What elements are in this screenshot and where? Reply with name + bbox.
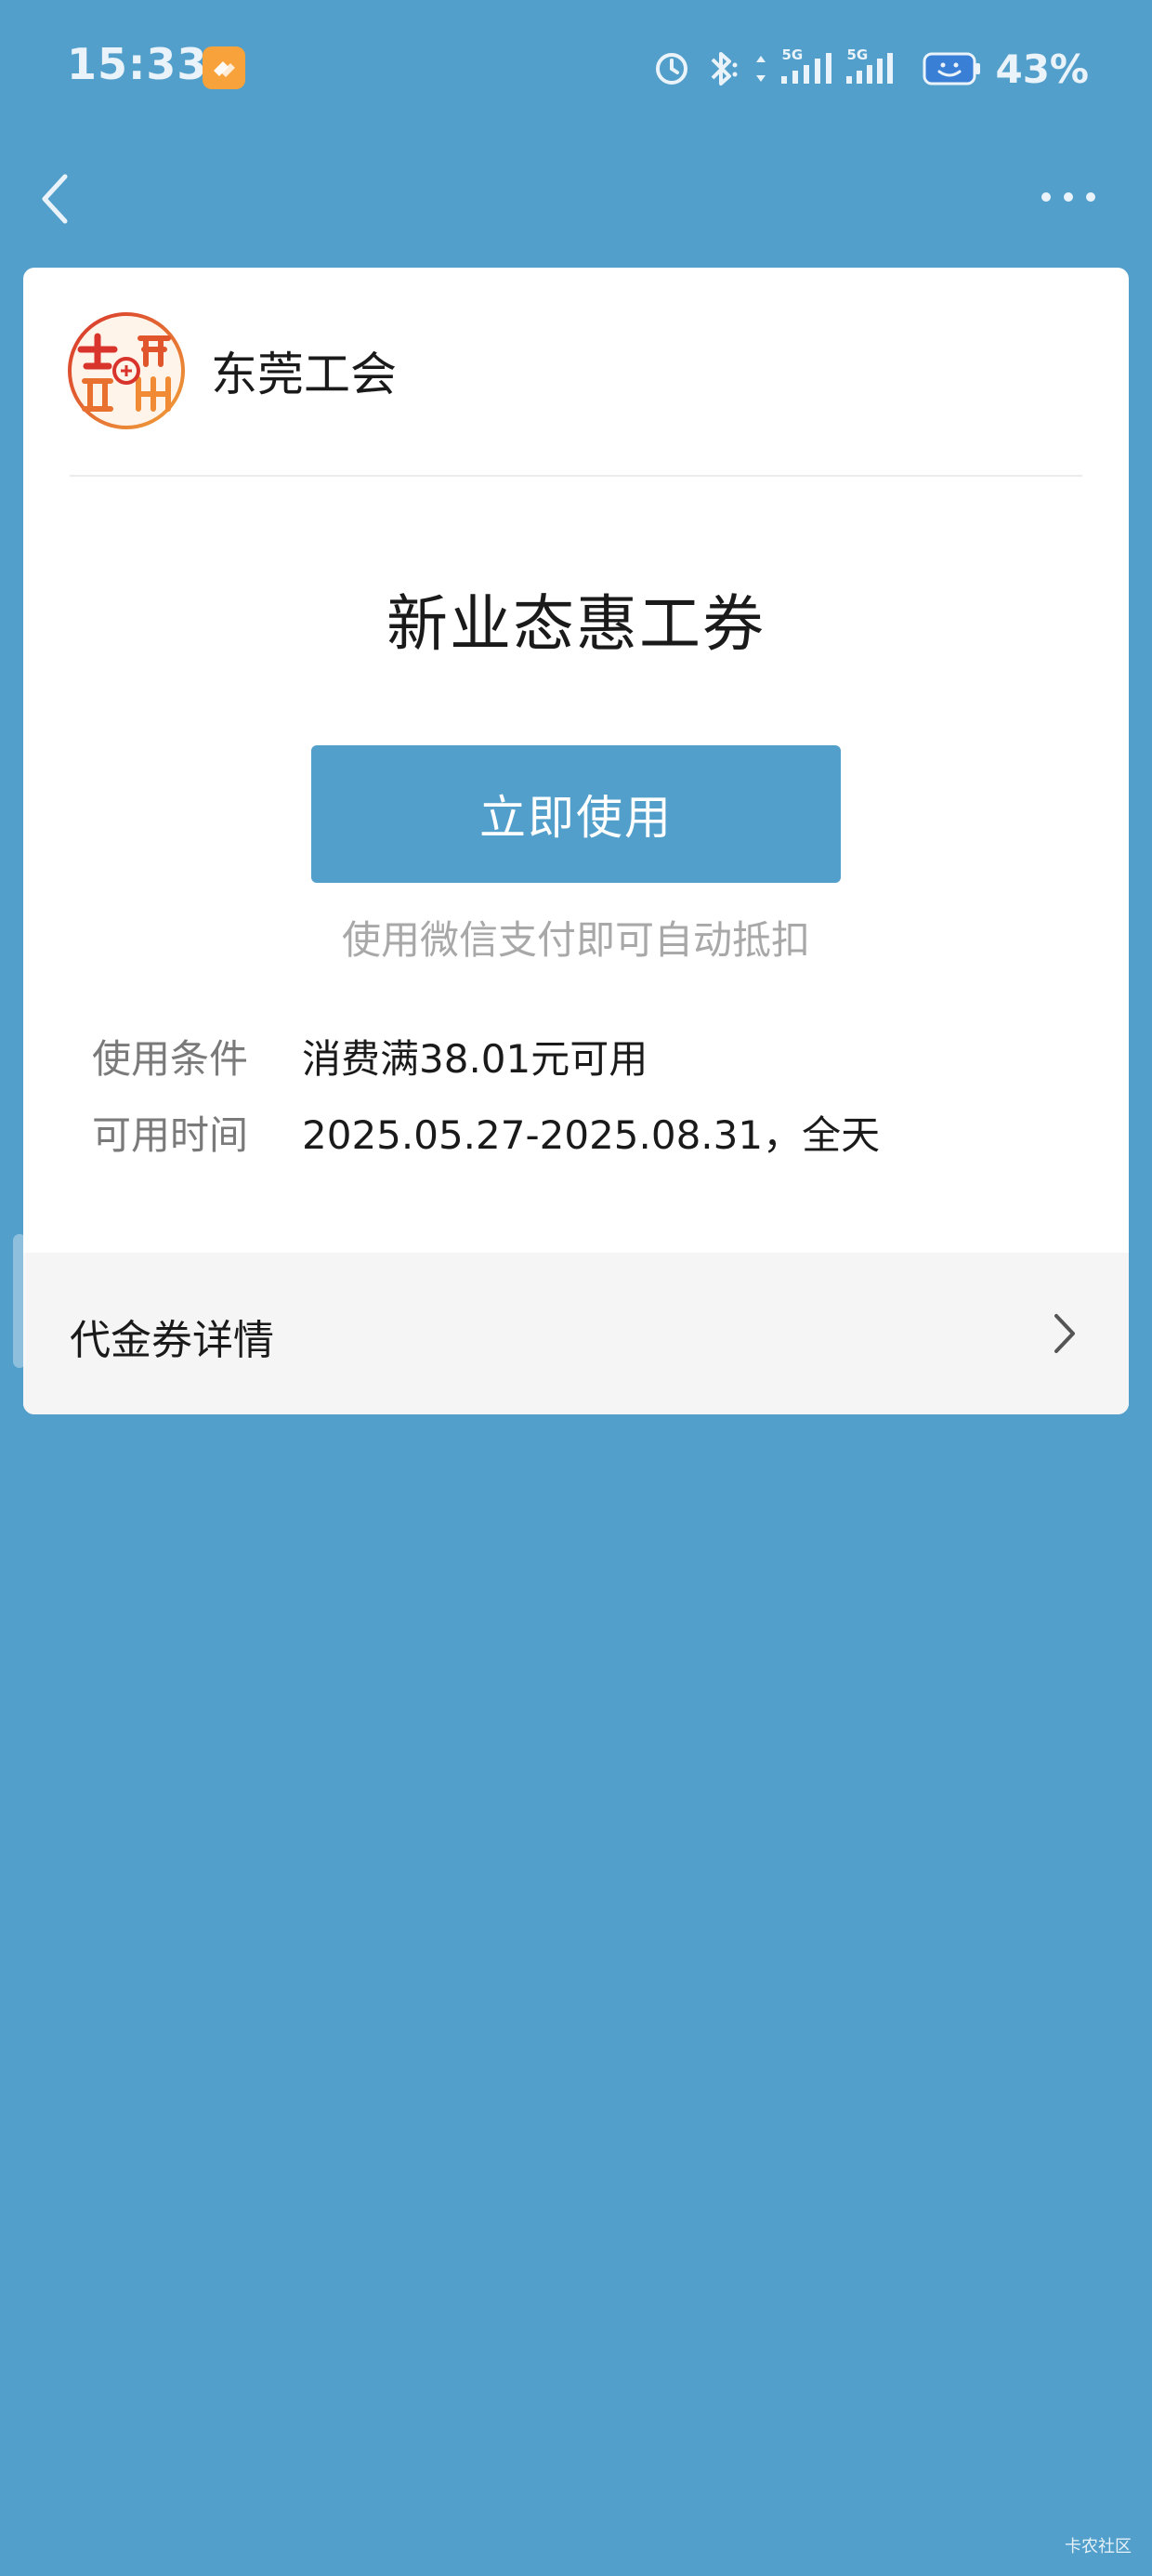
signal-icon: 5G — [781, 46, 833, 85]
alarm-icon — [653, 50, 690, 87]
data-transfer-icon — [753, 50, 768, 87]
use-hint: 使用微信支付即可自动抵扣 — [341, 917, 810, 963]
divider — [70, 475, 1082, 477]
more-button[interactable] — [1031, 178, 1106, 216]
more-dots-icon — [1041, 192, 1095, 202]
coupon-details-link[interactable]: 代金券详情 — [23, 1253, 1129, 1414]
chevron-left-icon — [42, 174, 68, 224]
time-value: 2025.05.27-2025.08.31，全天 — [302, 1112, 881, 1158]
battery-icon — [923, 51, 982, 86]
coupon-card: 东莞工会 新业态惠工券 立即使用 使用微信支付即可自动抵扣 使用条件 消费满38… — [23, 268, 1129, 1414]
app-notification-icon — [203, 46, 245, 89]
union-logo — [68, 312, 185, 429]
watermark: 卡农社区 — [1065, 2537, 1132, 2556]
network-type-label: 5G — [781, 46, 804, 63]
battery-percentage: 43% — [995, 46, 1089, 92]
condition-row: 使用条件 消费满38.01元可用 — [92, 1028, 648, 1084]
chevron-right-icon — [1045, 1308, 1082, 1359]
condition-value: 消费满38.01元可用 — [302, 1036, 648, 1082]
bluetooth-icon — [703, 48, 740, 89]
merchant-name: 东莞工会 — [211, 348, 397, 401]
coupon-title: 新业态惠工券 — [386, 588, 766, 660]
status-time: 15:33 — [67, 39, 208, 89]
network-type-label-2: 5G — [846, 46, 869, 63]
back-button[interactable] — [28, 164, 93, 234]
condition-label: 使用条件 — [92, 1036, 249, 1082]
status-icons: 5G 5G 43% — [653, 43, 1089, 95]
coupon-details-label: 代金券详情 — [70, 1317, 274, 1364]
side-drag-handle[interactable] — [13, 1234, 26, 1368]
signal-icon-2: 5G — [846, 46, 894, 85]
status-bar: 15:33 5G 5G 43% — [0, 0, 1152, 139]
use-now-button[interactable]: 立即使用 — [311, 745, 841, 883]
merchant-header: 东莞工会 — [68, 312, 397, 429]
time-row: 可用时间 2025.05.27-2025.08.31，全天 — [92, 1104, 880, 1161]
time-label: 可用时间 — [92, 1112, 249, 1158]
